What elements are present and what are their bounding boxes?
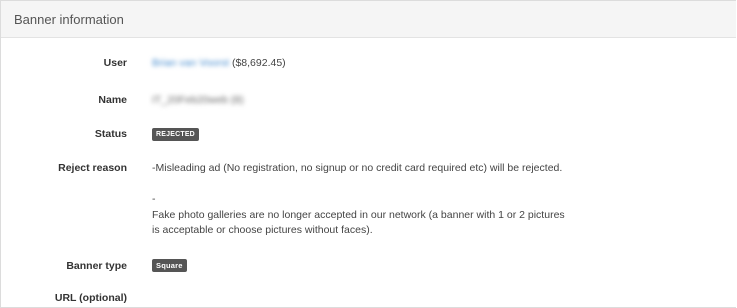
- reject-reason-line-1: -Misleading ad (No registration, no sign…: [152, 162, 563, 174]
- url-label: URL (optional): [54, 292, 127, 304]
- user-label: User: [103, 57, 127, 69]
- reject-reason-label: Reject reason: [58, 162, 127, 174]
- user-value: Brian van Voorst ($8,692.45): [152, 57, 286, 69]
- banner-type-label: Banner type: [66, 260, 127, 272]
- panel-title: Banner information: [14, 11, 124, 27]
- reject-reason-line-3: is acceptable or choose pictures without…: [152, 224, 373, 236]
- status-badge: REJECTED: [152, 128, 199, 141]
- panel-header: Banner information: [1, 1, 736, 38]
- status-label: Status: [94, 128, 127, 140]
- reject-reason-dash: -: [152, 193, 156, 205]
- user-balance: ($8,692.45): [231, 57, 286, 69]
- banner-name-value: IT_20Feb20web (8): [152, 94, 244, 106]
- name-label: Name: [98, 94, 127, 106]
- banner-type-badge: Square: [152, 259, 187, 272]
- status-value: REJECTED: [152, 127, 199, 141]
- banner-type-value: Square: [152, 259, 187, 272]
- banner-information-panel: Banner information User Brian van Voorst…: [0, 0, 736, 308]
- reject-reason-line-2: Fake photo galleries are no longer accep…: [152, 209, 565, 221]
- user-link[interactable]: Brian van Voorst: [152, 57, 229, 69]
